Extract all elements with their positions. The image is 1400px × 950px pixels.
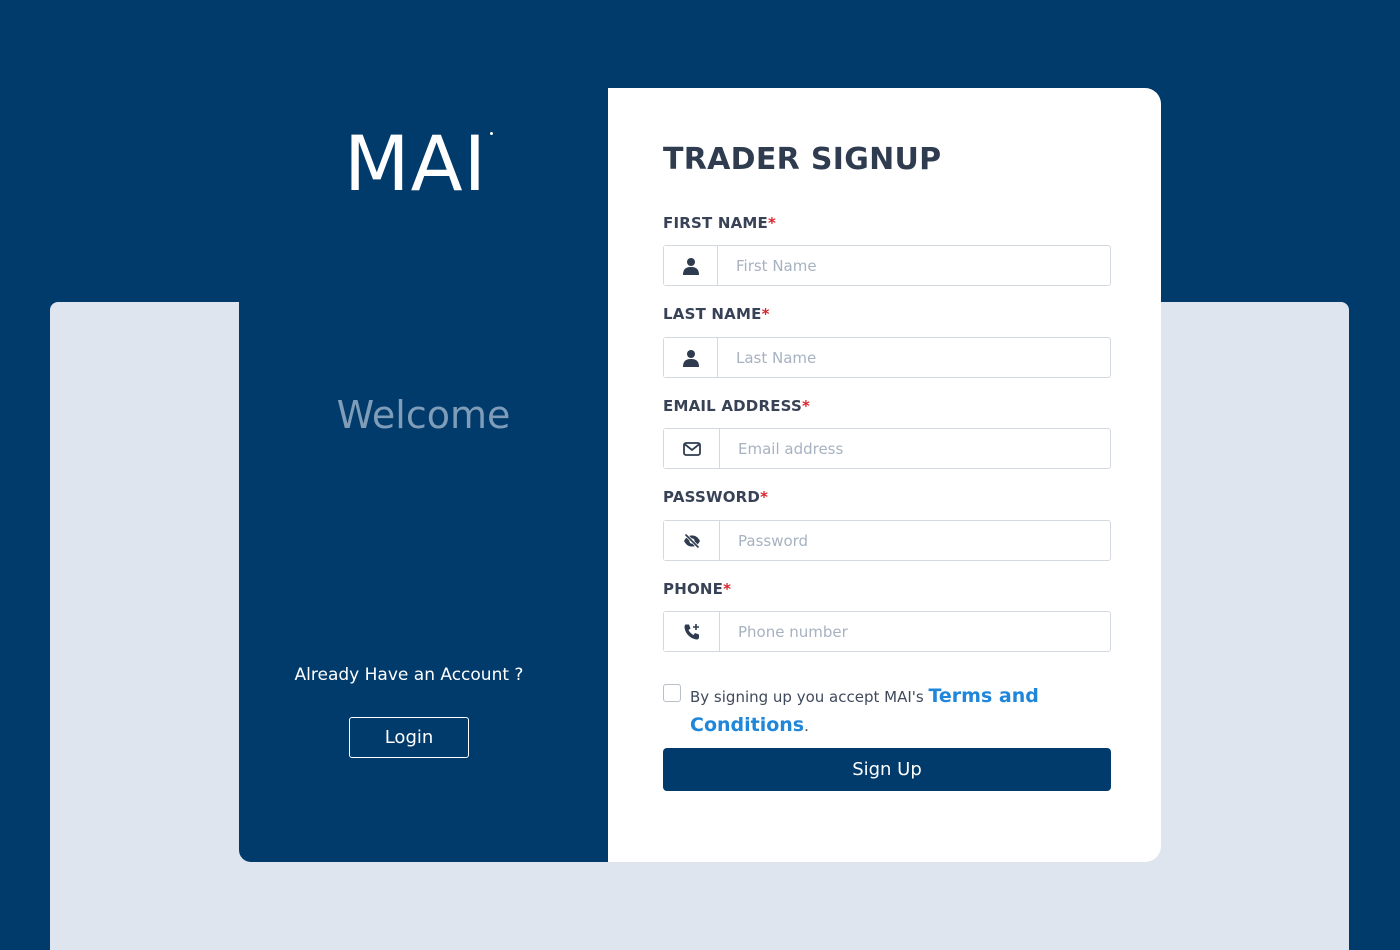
- welcome-heading: Welcome: [336, 393, 511, 437]
- email-input[interactable]: [720, 429, 1110, 468]
- email-label: EMAIL ADDRESS*: [663, 397, 811, 415]
- phone-input[interactable]: [720, 612, 1110, 651]
- password-input[interactable]: [720, 521, 1110, 560]
- user-icon: [664, 338, 718, 377]
- phone-field: [663, 611, 1111, 652]
- terms-text: By signing up you accept MAI's Terms and…: [690, 685, 1039, 736]
- phone-label: PHONE*: [663, 580, 732, 598]
- envelope-icon: [664, 429, 720, 468]
- already-have-account-text: Already Have an Account ?: [294, 665, 524, 685]
- signup-card: TRADER SIGNUP FIRST NAME* LAST NAME* EMA…: [608, 88, 1161, 862]
- first-name-field: [663, 245, 1111, 286]
- password-field: [663, 520, 1111, 561]
- last-name-input[interactable]: [718, 338, 1110, 377]
- required-marker: *: [761, 305, 770, 323]
- first-name-input[interactable]: [718, 246, 1110, 285]
- terms-checkbox[interactable]: [663, 684, 681, 702]
- eye-slash-icon[interactable]: [664, 521, 720, 560]
- user-icon: [664, 246, 718, 285]
- last-name-label: LAST NAME*: [663, 305, 770, 323]
- required-marker: *: [760, 488, 769, 506]
- password-label: PASSWORD*: [663, 488, 769, 506]
- last-name-field: [663, 337, 1111, 378]
- sign-up-button[interactable]: Sign Up: [663, 748, 1111, 791]
- welcome-panel: [239, 302, 608, 862]
- email-field: [663, 428, 1111, 469]
- logo: MAI: [344, 126, 493, 202]
- page-title: TRADER SIGNUP: [663, 142, 942, 177]
- phone-icon: [664, 612, 720, 651]
- required-marker: *: [767, 214, 777, 232]
- required-marker: *: [723, 580, 732, 598]
- logo-mark: [489, 132, 493, 135]
- login-button[interactable]: Login: [349, 717, 469, 758]
- required-marker: *: [801, 397, 811, 415]
- first-name-label: FIRST NAME*: [663, 214, 777, 232]
